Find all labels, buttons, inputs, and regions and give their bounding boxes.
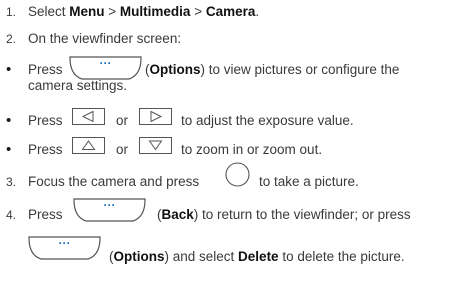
camera-label: Camera xyxy=(205,4,256,19)
step-4-line1: (Back) to return to the viewfinder; or p… xyxy=(157,207,411,222)
softkey-dots: ··· xyxy=(59,236,71,250)
bullet-3-text: to zoom in or zoom out. xyxy=(181,142,323,157)
instruction-document: 1. Select Menu > Multimedia > Camera. 2.… xyxy=(0,0,453,282)
back-softkey-icon: ··· xyxy=(73,198,146,222)
press-label: Press xyxy=(28,142,63,157)
right-arrow-key-icon xyxy=(139,108,172,125)
step-3-text: to take a picture. xyxy=(259,174,359,189)
left-arrow-key-icon xyxy=(72,108,105,125)
press-label: Press xyxy=(28,207,63,222)
separator: > xyxy=(190,4,206,19)
options-softkey-icon: ··· xyxy=(28,236,101,260)
bullet-2-text: to adjust the exposure value. xyxy=(181,113,354,128)
step-number: 1. xyxy=(6,5,17,19)
press-label: Press xyxy=(28,113,63,128)
menu-label: Menu xyxy=(69,4,105,19)
separator: > xyxy=(104,4,120,19)
delete-label: Delete xyxy=(238,249,279,264)
options-label: Options xyxy=(149,62,201,77)
back-label: Back xyxy=(161,207,194,222)
step-number: 3. xyxy=(6,175,17,189)
down-arrow-key-icon xyxy=(139,137,172,154)
bullet-1-text: (Options) to view pictures or configure … xyxy=(145,62,400,77)
bullet: • xyxy=(6,112,12,129)
step-number: 4. xyxy=(6,208,17,222)
options-label: Options xyxy=(113,249,165,264)
multimedia-label: Multimedia xyxy=(119,4,191,19)
or-label: or xyxy=(116,113,129,128)
bullet-1-rest: ) to view pictures or configure the xyxy=(200,62,400,77)
step-4-line2: (Options) and select Delete to delete th… xyxy=(109,249,405,264)
step-1-pre: Select xyxy=(28,4,70,19)
bullet: • xyxy=(6,141,12,158)
step-number: 2. xyxy=(6,32,17,46)
step-4-rest2: to delete the picture. xyxy=(278,249,405,264)
step-2-text: On the viewfinder screen: xyxy=(28,31,182,46)
press-label: Press xyxy=(28,62,63,77)
step-1-text: Select Menu > Multimedia > Camera. xyxy=(28,4,259,19)
step-1-end: . xyxy=(255,4,260,19)
step-3-pre: Focus the camera and press xyxy=(28,174,200,189)
ok-button-icon xyxy=(225,162,250,187)
or-label: or xyxy=(116,142,129,157)
bullet-1-line2: camera settings. xyxy=(28,78,128,93)
softkey-dots: ··· xyxy=(100,56,112,70)
up-arrow-key-icon xyxy=(72,137,105,154)
bullet: • xyxy=(6,61,12,78)
step-4-rest: ) to return to the viewfinder; or press xyxy=(193,207,411,222)
and-select: ) and select xyxy=(164,249,239,264)
softkey-dots: ··· xyxy=(104,198,116,212)
